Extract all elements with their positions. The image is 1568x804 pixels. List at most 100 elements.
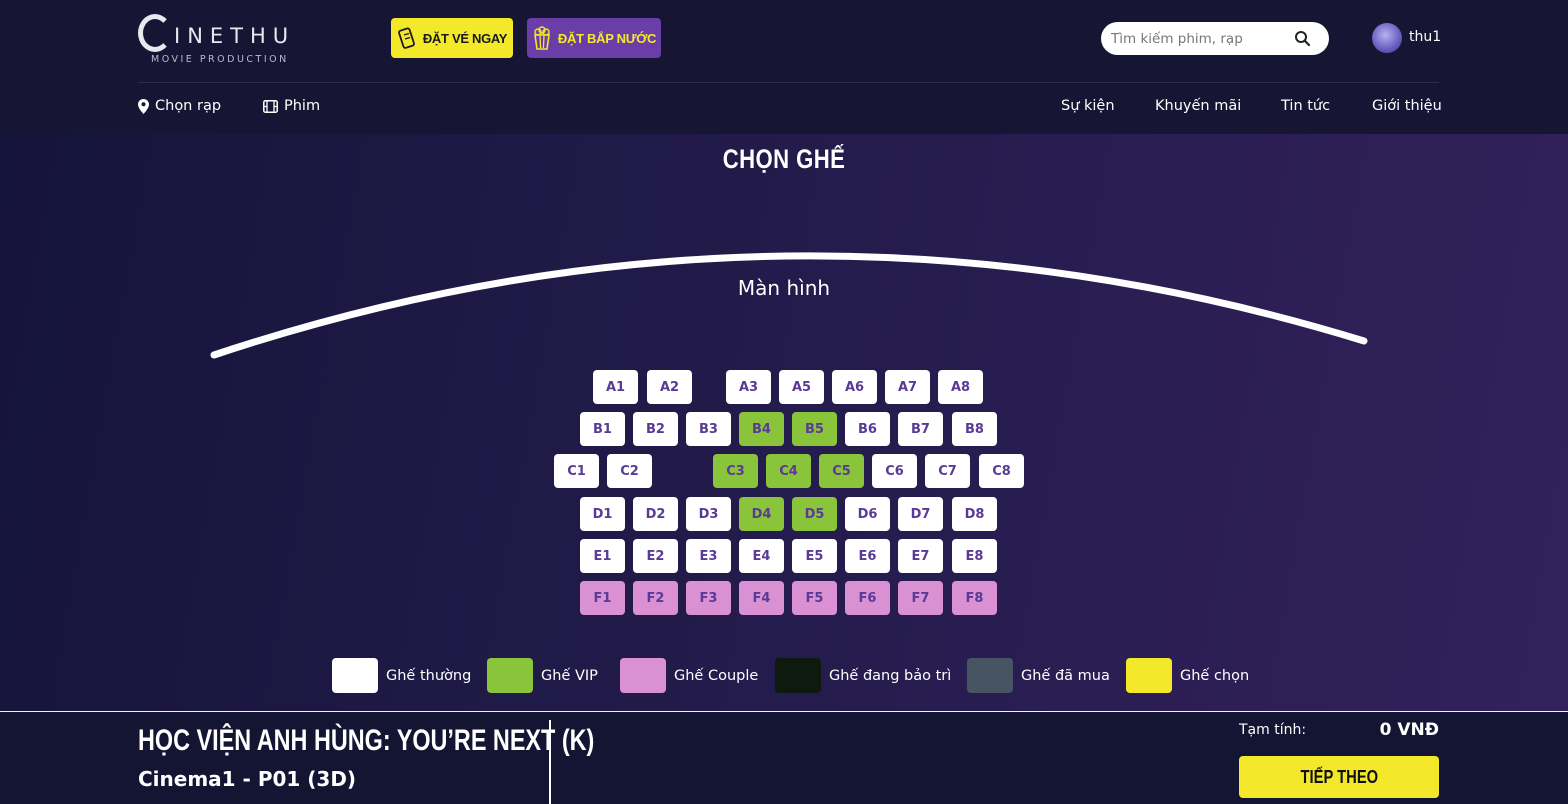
legend-label-vip: Ghế VIP bbox=[541, 667, 598, 684]
legend-swatch-normal bbox=[332, 658, 378, 693]
legend-item-vip: Ghế VIP bbox=[487, 658, 598, 693]
brand-name: INETHU bbox=[174, 24, 296, 48]
site-header: INETHU MOVIE PRODUCTION ĐẶT VÉ NGAY ĐẶT … bbox=[0, 0, 1568, 134]
seat-b6[interactable]: B6 bbox=[845, 412, 890, 446]
legend-item-normal: Ghế thường bbox=[332, 658, 471, 693]
book-ticket-label: ĐẶT VÉ NGAY bbox=[422, 30, 508, 46]
nav-news[interactable]: Tin tức bbox=[1281, 98, 1330, 114]
brand-tagline: MOVIE PRODUCTION bbox=[151, 54, 289, 65]
seat-a8[interactable]: A8 bbox=[938, 370, 983, 404]
legend-label-couple: Ghế Couple bbox=[674, 667, 759, 684]
seat-d2[interactable]: D2 bbox=[633, 497, 678, 531]
username[interactable]: thu1 bbox=[1409, 29, 1441, 45]
search-icon[interactable] bbox=[1294, 30, 1311, 47]
seat-c8[interactable]: C8 bbox=[979, 454, 1024, 488]
seat-c6[interactable]: C6 bbox=[872, 454, 917, 488]
nav-movies-label: Phim bbox=[284, 98, 321, 114]
seat-selection-section: CHỌN GHẾ Màn hình A1 A2 A3 A5 A6 A7 A8 B1 B2 B3 B4… bbox=[0, 134, 1568, 711]
seat-b5[interactable]: B5 bbox=[792, 412, 837, 446]
ticket-icon bbox=[397, 27, 415, 49]
seat-f3[interactable]: F3 bbox=[686, 581, 731, 615]
legend-label-sold: Ghế đã mua bbox=[1021, 667, 1110, 684]
legend-label-maintenance: Ghế đang bảo trì bbox=[829, 667, 952, 684]
legend-swatch-couple bbox=[620, 658, 666, 693]
seat-b3[interactable]: B3 bbox=[686, 412, 731, 446]
map-pin-icon bbox=[138, 98, 149, 114]
seat-f8[interactable]: F8 bbox=[952, 581, 997, 615]
book-popcorn-button[interactable]: ĐẶT BẮP NƯỚC bbox=[527, 18, 661, 58]
nav-choose-cinema[interactable]: Chọn rạp bbox=[138, 98, 221, 114]
user-avatar[interactable] bbox=[1372, 23, 1402, 53]
seat-e2[interactable]: E2 bbox=[633, 539, 678, 573]
film-icon bbox=[263, 99, 278, 113]
seat-a1[interactable]: A1 bbox=[593, 370, 638, 404]
legend-item-selected: Ghế chọn bbox=[1126, 658, 1249, 693]
seat-c1[interactable]: C1 bbox=[554, 454, 599, 488]
seat-a2[interactable]: A2 bbox=[647, 370, 692, 404]
book-popcorn-label: ĐẶT BẮP NƯỚC bbox=[557, 30, 657, 46]
seat-b8[interactable]: B8 bbox=[952, 412, 997, 446]
seat-e8[interactable]: E8 bbox=[952, 539, 997, 573]
movie-title: HỌC VIỆN ANH HÙNG: YOU’RE NEXT (K) bbox=[138, 724, 595, 757]
legend-item-couple: Ghế Couple bbox=[620, 658, 758, 693]
seat-f4[interactable]: F4 bbox=[739, 581, 784, 615]
seat-a3[interactable]: A3 bbox=[726, 370, 771, 404]
popcorn-icon bbox=[533, 26, 550, 50]
cinema-room: Cinema1 - P01 (3D) bbox=[138, 767, 357, 791]
subtotal-label: Tạm tính: bbox=[1239, 722, 1307, 738]
footer-divider bbox=[549, 720, 551, 804]
search-box bbox=[1101, 22, 1329, 55]
header-divider bbox=[138, 82, 1439, 83]
page-title: CHỌN GHẾ bbox=[722, 144, 846, 174]
seat-d3[interactable]: D3 bbox=[686, 497, 731, 531]
nav-promotions[interactable]: Khuyến mãi bbox=[1155, 98, 1241, 114]
booking-footer: HỌC VIỆN ANH HÙNG: YOU’RE NEXT (K) Cinem… bbox=[0, 711, 1568, 804]
subtotal-value: 0 VNĐ bbox=[1379, 720, 1439, 740]
seat-b4[interactable]: B4 bbox=[739, 412, 784, 446]
screen-label: Màn hình bbox=[737, 276, 831, 300]
legend-swatch-maintenance bbox=[775, 658, 821, 693]
seat-a7[interactable]: A7 bbox=[885, 370, 930, 404]
seat-d7[interactable]: D7 bbox=[898, 497, 943, 531]
seat-c5[interactable]: C5 bbox=[819, 454, 864, 488]
seat-c4[interactable]: C4 bbox=[766, 454, 811, 488]
seat-c2[interactable]: C2 bbox=[607, 454, 652, 488]
seat-d1[interactable]: D1 bbox=[580, 497, 625, 531]
seat-e3[interactable]: E3 bbox=[686, 539, 731, 573]
seat-b7[interactable]: B7 bbox=[898, 412, 943, 446]
brand-logo[interactable]: INETHU MOVIE PRODUCTION bbox=[138, 14, 298, 66]
seat-f2[interactable]: F2 bbox=[633, 581, 678, 615]
nav-choose-cinema-label: Chọn rạp bbox=[155, 98, 222, 114]
next-button-label: TIẾP THEO bbox=[1300, 766, 1378, 787]
seat-e6[interactable]: E6 bbox=[845, 539, 890, 573]
nav-movies[interactable]: Phim bbox=[263, 98, 320, 114]
next-button[interactable]: TIẾP THEO bbox=[1239, 756, 1439, 798]
seat-d6[interactable]: D6 bbox=[845, 497, 890, 531]
seat-d5[interactable]: D5 bbox=[792, 497, 837, 531]
seat-b2[interactable]: B2 bbox=[633, 412, 678, 446]
logo-film-reel-icon bbox=[138, 14, 172, 52]
legend-swatch-vip bbox=[487, 658, 533, 693]
seat-e7[interactable]: E7 bbox=[898, 539, 943, 573]
seat-b1[interactable]: B1 bbox=[580, 412, 625, 446]
seat-f5[interactable]: F5 bbox=[792, 581, 837, 615]
seat-a6[interactable]: A6 bbox=[832, 370, 877, 404]
search-input[interactable] bbox=[1111, 26, 1291, 51]
nav-about[interactable]: Giới thiệu bbox=[1372, 98, 1442, 114]
legend-label-normal: Ghế thường bbox=[386, 667, 472, 684]
seat-d8[interactable]: D8 bbox=[952, 497, 997, 531]
seat-e5[interactable]: E5 bbox=[792, 539, 837, 573]
seat-a5[interactable]: A5 bbox=[779, 370, 824, 404]
legend-label-selected: Ghế chọn bbox=[1180, 667, 1250, 684]
seat-d4[interactable]: D4 bbox=[739, 497, 784, 531]
seat-f6[interactable]: F6 bbox=[845, 581, 890, 615]
seat-c3[interactable]: C3 bbox=[713, 454, 758, 488]
seat-c7[interactable]: C7 bbox=[925, 454, 970, 488]
seat-f1[interactable]: F1 bbox=[580, 581, 625, 615]
legend-swatch-sold bbox=[967, 658, 1013, 693]
seat-e1[interactable]: E1 bbox=[580, 539, 625, 573]
seat-f7[interactable]: F7 bbox=[898, 581, 943, 615]
nav-events[interactable]: Sự kiện bbox=[1061, 98, 1115, 114]
book-ticket-button[interactable]: ĐẶT VÉ NGAY bbox=[391, 18, 513, 58]
seat-e4[interactable]: E4 bbox=[739, 539, 784, 573]
